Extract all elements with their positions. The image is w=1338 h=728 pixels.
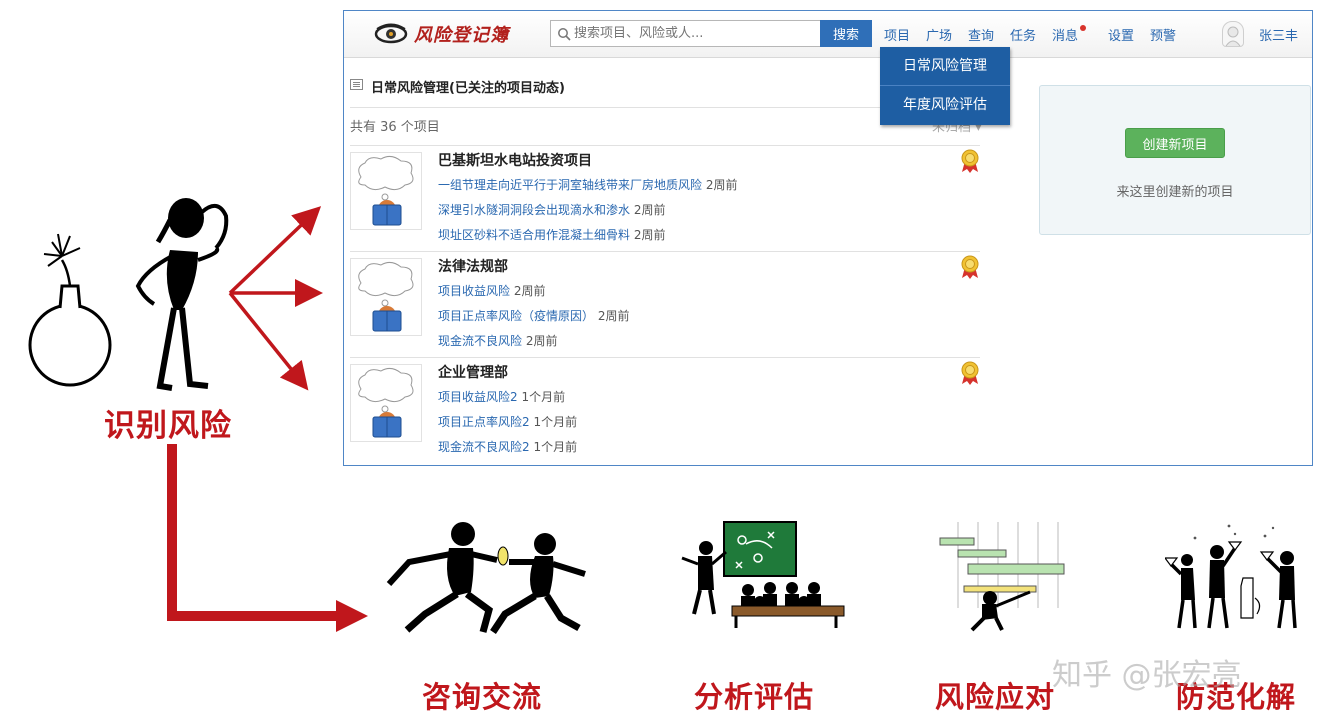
risk-time: 2周前 xyxy=(633,228,666,242)
project-name-link[interactable]: 法律法规部 xyxy=(438,256,508,276)
risk-item: 项目收益风险 2周前 xyxy=(438,282,545,299)
project-thumbnail[interactable] xyxy=(350,152,422,230)
project-thumbnail[interactable] xyxy=(350,364,422,442)
user-avatar[interactable] xyxy=(1222,21,1244,47)
stage-caption-consult: 咨询交流 xyxy=(422,680,543,714)
list-icon xyxy=(350,79,363,90)
risk-item: 深埋引水隧洞洞段会出现滴水和渗水 2周前 xyxy=(438,201,665,218)
runners-illustration xyxy=(386,522,586,634)
project-thumbnail[interactable] xyxy=(350,258,422,336)
risk-title-link[interactable]: 坝址区砂料不适合用作混凝土细骨料 xyxy=(438,228,630,242)
search-box xyxy=(550,20,820,47)
risk-title-link[interactable]: 项目正点率风险2 xyxy=(438,415,530,429)
followed-badge xyxy=(960,255,980,283)
nav-projects[interactable]: 项目 xyxy=(884,25,910,44)
project-row: 巴基斯坦水电站投资项目 一组节理走向近平行于洞室轴线带来厂房地质风险 2周前 深埋引… xyxy=(350,145,980,252)
award-ribbon-icon xyxy=(961,361,979,385)
risk-time: 1个月前 xyxy=(521,390,566,404)
project-name-link[interactable]: 巴基斯坦水电站投资项目 xyxy=(438,150,592,170)
new-project-panel: 创建新项目 来这里创建新的项目 xyxy=(1039,85,1311,235)
risk-title-link[interactable]: 现金流不良风险 xyxy=(438,334,522,348)
thinking-reader-icon xyxy=(358,367,414,438)
risk-title-link[interactable]: 一组节理走向近平行于洞室轴线带来厂房地质风险 xyxy=(438,178,702,192)
risk-item: 坝址区砂料不适合用作混凝土细骨料 2周前 xyxy=(438,226,665,243)
nav-tasks[interactable]: 任务 xyxy=(1010,25,1036,44)
followed-badge xyxy=(960,149,980,177)
identify-risk-caption: 识别风险 xyxy=(104,408,232,444)
risk-time: 1个月前 xyxy=(533,415,578,429)
watermark: 知乎 @张宏亮 xyxy=(1052,658,1242,693)
nav-settings[interactable]: 设置 xyxy=(1108,25,1134,44)
eye-logo-icon xyxy=(374,23,408,44)
risk-title-link[interactable]: 深埋引水隧洞洞段会出现滴水和渗水 xyxy=(438,203,630,217)
award-ribbon-icon xyxy=(961,255,979,279)
risk-item: 现金流不良风险2 1个月前 xyxy=(438,438,577,455)
user-avatar-icon xyxy=(1225,26,1241,47)
followed-badge xyxy=(960,361,980,389)
stage-caption-analyze: 分析评估 xyxy=(694,680,815,714)
nav-query[interactable]: 查询 xyxy=(968,25,994,44)
user-name[interactable]: 张三丰 xyxy=(1259,25,1298,44)
risk-item: 项目正点率风险2 1个月前 xyxy=(438,413,577,430)
identify-arrows xyxy=(228,206,323,391)
nav-alerts[interactable]: 预警 xyxy=(1150,25,1176,44)
risk-title-link[interactable]: 项目正点率风险（疫情原因） xyxy=(438,309,594,323)
risk-title-link[interactable]: 项目收益风险 xyxy=(438,284,510,298)
unread-dot xyxy=(1080,25,1086,31)
risk-item: 项目正点率风险（疫情原因） 2周前 xyxy=(438,307,629,324)
project-name-link[interactable]: 企业管理部 xyxy=(438,362,508,382)
risk-time: 1个月前 xyxy=(533,440,578,454)
risk-title-link[interactable]: 现金流不良风险2 xyxy=(438,440,530,454)
risk-item: 一组节理走向近平行于洞室轴线带来厂房地质风险 2周前 xyxy=(438,176,737,193)
app-logo-text: 风险登记簿 xyxy=(414,25,509,46)
workflow-arrow xyxy=(167,444,368,632)
app-logo[interactable]: 风险登记簿 xyxy=(374,20,509,48)
risk-time: 2周前 xyxy=(633,203,666,217)
search-input[interactable] xyxy=(574,26,814,41)
risk-title-link[interactable]: 项目收益风险2 xyxy=(438,390,518,404)
thinking-reader-icon xyxy=(358,155,414,226)
nav-plaza[interactable]: 广场 xyxy=(926,25,952,44)
risk-item: 现金流不良风险 2周前 xyxy=(438,332,557,349)
search-icon xyxy=(558,27,571,41)
create-project-hint: 来这里创建新的项目 xyxy=(1116,185,1234,200)
project-row: 法律法规部 项目收益风险 2周前 项目正点率风险（疫情原因） 2周前 现金流不良风险 … xyxy=(350,251,980,358)
projects-dropdown-menu: 日常风险管理 年度风险评估 xyxy=(880,47,1010,125)
risk-time: 2周前 xyxy=(525,334,558,348)
risk-time: 2周前 xyxy=(597,309,630,323)
nav-messages[interactable]: 消息 xyxy=(1052,25,1078,44)
menu-item-annual-assessment[interactable]: 年度风险评估 xyxy=(880,86,1010,124)
stage-caption-respond: 风险应对 xyxy=(935,680,1056,714)
thinking-reader-icon xyxy=(358,261,414,332)
bomb-and-thinker-illustration xyxy=(28,198,229,391)
celebration-illustration xyxy=(1165,524,1297,629)
risk-time: 2周前 xyxy=(705,178,738,192)
project-row: 企业管理部 项目收益风险2 1个月前 项目正点率风险2 1个月前 现金流不良风险2 1… xyxy=(350,357,980,464)
classroom-illustration xyxy=(681,521,845,628)
gantt-planning-illustration xyxy=(939,522,1065,632)
top-navigation-bar: 风险登记簿 搜索 项目 广场 查询 任务 消息 设置 预警 张三丰 xyxy=(344,11,1312,58)
award-ribbon-icon xyxy=(961,149,979,173)
risk-time: 2周前 xyxy=(513,284,546,298)
section-title: 日常风险管理(已关注的项目动态) xyxy=(371,81,565,96)
create-project-button[interactable]: 创建新项目 xyxy=(1125,128,1225,158)
risk-register-app-window: 风险登记簿 搜索 项目 广场 查询 任务 消息 设置 预警 张三丰 日常风险管理… xyxy=(343,10,1313,466)
project-count: 共有 36 个项目 xyxy=(350,120,440,135)
menu-item-daily-risk[interactable]: 日常风险管理 xyxy=(880,47,1010,85)
search-button[interactable]: 搜索 xyxy=(820,20,872,47)
risk-item: 项目收益风险2 1个月前 xyxy=(438,388,565,405)
